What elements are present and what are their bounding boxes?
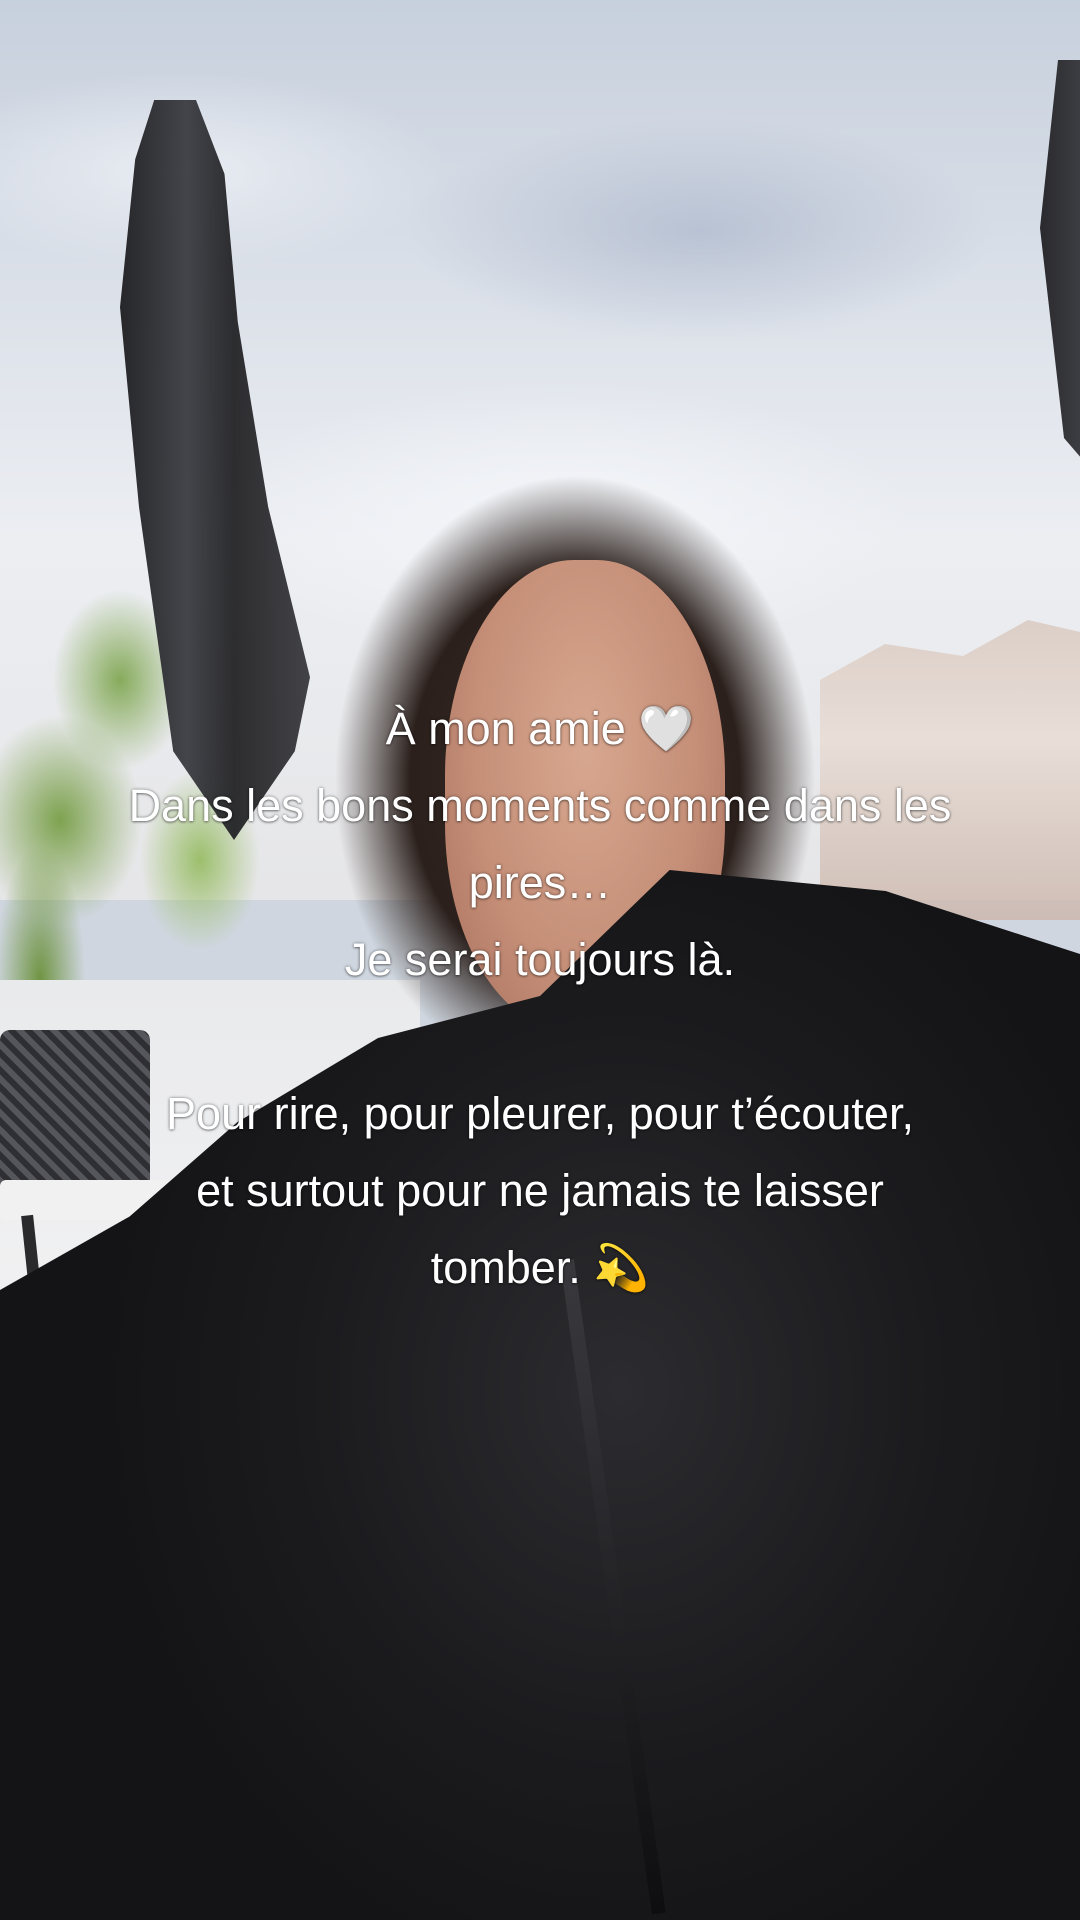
caption-line: et surtout pour ne jamais te laisser (196, 1165, 884, 1216)
caption-overlay: À mon amie 🤍 Dans les bons moments comme… (40, 690, 1040, 1306)
caption-line: Pour rire, pour pleurer, pour t’écouter, (166, 1088, 914, 1139)
caption-line: tomber. 💫 (430, 1242, 650, 1293)
caption-line: Dans les bons moments comme dans les (128, 780, 952, 831)
caption-line: pires… (468, 857, 612, 908)
caption-line: Je serai toujours là. (344, 934, 736, 985)
video-frame: À mon amie 🤍 Dans les bons moments comme… (0, 0, 1080, 1920)
caption-line: À mon amie 🤍 (385, 703, 695, 754)
